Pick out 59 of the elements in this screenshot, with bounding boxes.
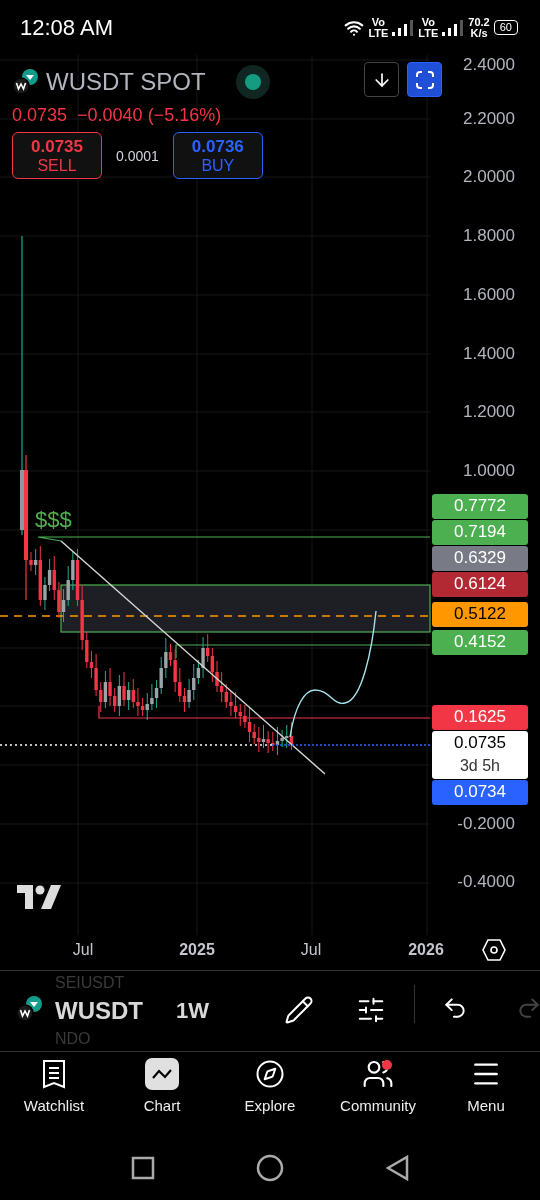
price-axis-label: 1.2000	[463, 402, 515, 423]
network-speed: 70.2 K/s	[468, 16, 490, 39]
signal-icon	[442, 19, 465, 36]
price-label: 0.7194	[432, 520, 528, 546]
download-button[interactable]	[364, 62, 399, 97]
recents-icon[interactable]	[130, 1156, 155, 1180]
fullscreen-button[interactable]	[407, 62, 442, 97]
home-icon[interactable]	[256, 1154, 284, 1182]
nav-label[interactable]: Community	[340, 1097, 416, 1114]
price-label: 0.6329	[432, 546, 528, 572]
interval-selector[interactable]: 1W	[176, 998, 209, 1024]
pencil-icon[interactable]	[284, 995, 314, 1025]
price-axis-label: 1.4000	[463, 343, 515, 364]
symbol-selector[interactable]: WUSDT	[55, 991, 155, 1031]
time-axis-label: Jul	[300, 941, 322, 959]
price-label: 0.0734	[432, 779, 528, 805]
time-axis-label: 2025	[179, 941, 215, 959]
network-type: Vo LTE	[368, 16, 389, 39]
price-axis-label: -0.2000	[457, 813, 515, 834]
price-axis-label: 1.6000	[463, 284, 515, 305]
undo-icon[interactable]	[442, 995, 468, 1021]
chart-brand-logo-icon	[17, 885, 63, 909]
price-label: 0.7772	[432, 494, 528, 520]
price-axis-label: 2.0000	[463, 167, 515, 188]
price-axis-label: -0.4000	[457, 872, 515, 893]
symbol-title[interactable]: WUSDT SPOT	[46, 68, 206, 96]
last-price: 0.0735	[12, 105, 68, 126]
battery-level: 60	[493, 20, 518, 35]
price-label: 0.0735 3d 5h	[432, 730, 528, 779]
coin-logo-icon	[12, 68, 40, 96]
time-axis-label: Jul	[72, 941, 94, 959]
settings-icon[interactable]	[482, 939, 506, 961]
chart-annotation: $$$	[35, 507, 72, 533]
sell-button[interactable]: 0.0735 SELL	[12, 132, 102, 179]
time-axis-label: 2026	[408, 941, 444, 959]
price-label: 0.6124	[432, 572, 528, 598]
fullscreen-icon	[414, 69, 435, 90]
signal-icon	[392, 19, 415, 36]
network-type: Vo LTE	[418, 16, 439, 39]
price-label: 0.1625	[432, 704, 528, 730]
price-axis-label: 2.4000	[463, 55, 515, 75]
nav-label[interactable]: Menu	[467, 1097, 505, 1114]
back-icon[interactable]	[385, 1155, 410, 1181]
market-status-icon	[235, 65, 270, 99]
price-label: 0.4152	[432, 630, 528, 656]
price-axis-label: 2.2000	[463, 108, 515, 129]
status-time: 12:08 AM	[20, 14, 113, 41]
nav-label[interactable]: Explore	[244, 1097, 296, 1114]
nav-label[interactable]: Watchlist	[23, 1097, 85, 1114]
sliders-icon[interactable]	[356, 995, 386, 1025]
buy-button[interactable]: 0.0736 BUY	[172, 132, 263, 179]
coin-logo-icon	[16, 995, 44, 1023]
spread-value: 0.0001	[116, 147, 159, 164]
price-label: 0.5122	[432, 601, 528, 627]
people-icon[interactable]	[361, 1058, 395, 1090]
price-change: −0.0040 (−5.16%)	[77, 105, 222, 126]
price-axis-label: 1.8000	[463, 226, 515, 246]
nav-label[interactable]: Chart	[143, 1097, 181, 1114]
price-axis-label: 1.0000	[463, 461, 515, 481]
